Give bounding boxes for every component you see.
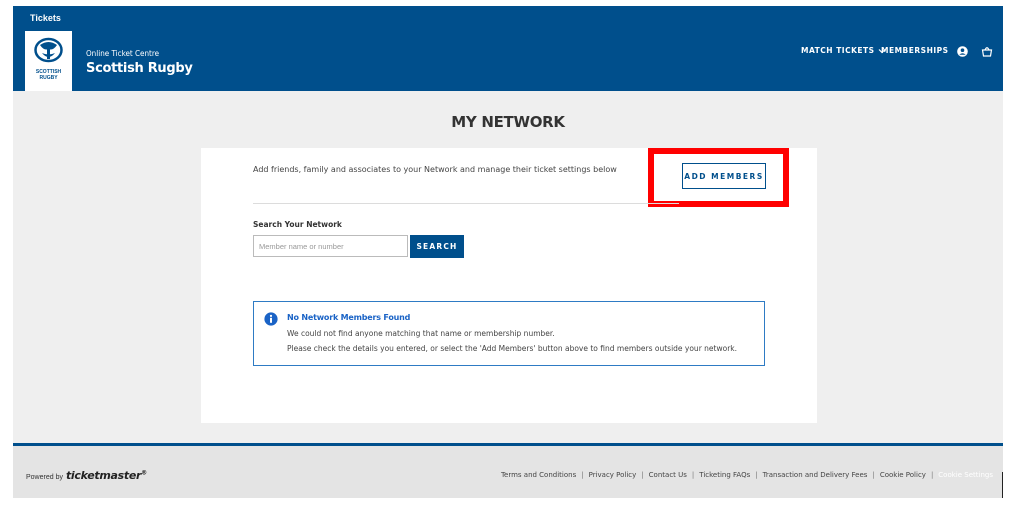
footer-separator: | (581, 471, 584, 479)
logo-text-line2: RUGBY (39, 75, 58, 81)
logo-text: SCOTTISH RUGBY (25, 69, 72, 81)
footer-link-cookie-settings[interactable]: Cookie Settings (938, 471, 993, 479)
notice-title: No Network Members Found (287, 313, 411, 322)
page-title: MY NETWORK (451, 113, 565, 131)
footer-separator: | (691, 471, 695, 479)
footer-link-terms[interactable]: Terms and Conditions (501, 471, 576, 479)
browser-viewport: Tickets SCOTTISH RUGBY Online Ticket Cen… (13, 6, 1003, 498)
network-card: Add friends, family and associates to yo… (201, 148, 817, 423)
nav-memberships[interactable]: MEMBERSHIPS (881, 46, 949, 55)
no-members-notice: No Network Members Found We could not fi… (253, 301, 765, 366)
footer-links: Terms and Conditions | Privacy Policy | … (501, 471, 993, 479)
footer-link-fees[interactable]: Transaction and Delivery Fees (763, 471, 868, 479)
search-input[interactable] (253, 235, 408, 257)
footer-separator: | (872, 471, 875, 479)
scottish-rugby-logo[interactable]: SCOTTISH RUGBY (25, 31, 72, 91)
user-icon[interactable] (957, 46, 968, 57)
footer-separator: | (755, 471, 758, 479)
notice-message-line2: Please check the details you entered, or… (287, 344, 737, 353)
footer-separator: | (641, 471, 644, 479)
search-button[interactable]: SEARCH (410, 235, 464, 258)
nav-match-tickets-label: MATCH TICKETS (801, 46, 875, 55)
ticketmaster-mark: ® (141, 469, 147, 477)
thistle-crest-icon (34, 37, 63, 63)
footer-link-privacy[interactable]: Privacy Policy (589, 471, 637, 479)
footer-link-contact[interactable]: Contact Us (649, 471, 687, 479)
site-header: Tickets SCOTTISH RUGBY Online Ticket Cen… (13, 6, 1003, 91)
footer-link-cookie-policy[interactable]: Cookie Policy (880, 471, 926, 479)
footer-separator: | (930, 471, 934, 479)
powered-by: Powered by ticketmaster® (26, 469, 147, 482)
powered-by-label: Powered by (26, 474, 63, 481)
nav-match-tickets[interactable]: MATCH TICKETS (801, 46, 886, 55)
ticketmaster-logo[interactable]: ticketmaster® (66, 469, 147, 482)
brand-subtitle: Online Ticket Centre (86, 49, 160, 58)
window-edge (1002, 472, 1003, 498)
search-label: Search Your Network (253, 220, 342, 229)
tickets-label: Tickets (30, 13, 61, 23)
site-footer: Powered by ticketmaster® Terms and Condi… (13, 443, 1003, 498)
section-divider (253, 203, 679, 204)
footer-link-faqs[interactable]: Ticketing FAQs (699, 471, 750, 479)
ticketmaster-wordmark: ticketmaster (65, 469, 142, 482)
network-intro-text: Add friends, family and associates to yo… (253, 165, 617, 174)
info-icon (264, 312, 278, 326)
notice-message-line1: We could not find anyone matching that n… (287, 329, 555, 338)
brand-title[interactable]: Scottish Rugby (86, 61, 193, 76)
add-members-button[interactable]: ADD MEMBERS (682, 163, 766, 189)
basket-icon[interactable] (981, 45, 993, 57)
